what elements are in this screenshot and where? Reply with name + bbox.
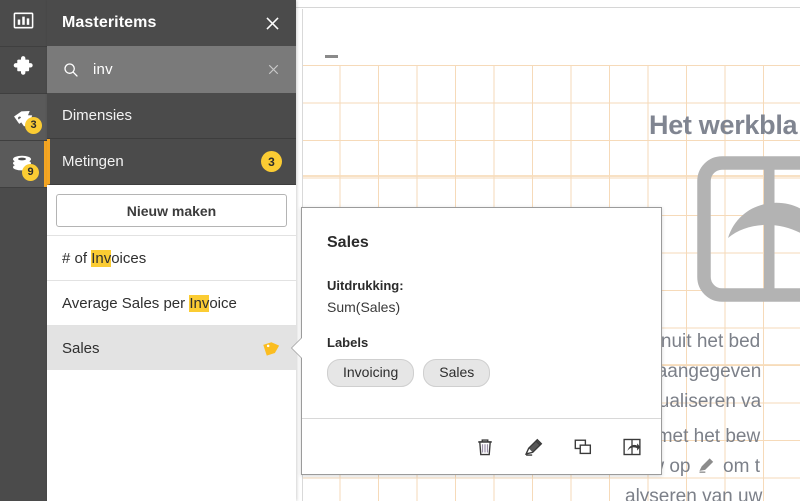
rail-item-master-items[interactable]: 3: [0, 94, 47, 140]
panel-title: Masteritems: [62, 14, 156, 32]
list-item[interactable]: Average Sales per Invoice: [47, 280, 296, 325]
rail-badge-master-items: 3: [25, 117, 42, 134]
labels-label: Labels: [327, 335, 636, 350]
extensions-icon: [11, 55, 36, 85]
tab-metingen-label: Metingen: [62, 153, 124, 170]
search-input[interactable]: inv: [93, 61, 265, 78]
canvas-paragraph-2-line-2-post: om t: [718, 456, 760, 477]
delete-icon[interactable]: [474, 436, 496, 458]
master-items-list: # of Invoices Average Sales per Invoice …: [47, 235, 296, 370]
publish-icon[interactable]: [621, 436, 643, 458]
popover-actions: [302, 418, 661, 474]
duplicate-icon[interactable]: [572, 436, 594, 458]
canvas-paragraph-2-line-3: alyseren van uw: [625, 482, 762, 501]
popover-arrow: [292, 338, 302, 358]
rail-item-charts[interactable]: [0, 0, 47, 46]
left-icon-rail: 3 9: [0, 0, 47, 501]
popover-title: Sales: [327, 234, 636, 252]
tab-metingen[interactable]: Metingen 3: [47, 139, 296, 185]
tab-dimensies[interactable]: Dimensies: [47, 93, 296, 139]
tag-icon: [262, 338, 282, 358]
label-tag: Sales: [423, 359, 490, 387]
master-items-panel: Masteritems inv Dimensies: [47, 0, 296, 501]
list-item-label: Sales: [62, 340, 100, 357]
tab-dimensies-label: Dimensies: [62, 107, 132, 124]
rail-divider: [0, 187, 47, 188]
expression-label: Uitdrukking:: [327, 278, 636, 293]
search-bar[interactable]: inv: [47, 46, 296, 93]
collapse-dash-icon[interactable]: [325, 55, 338, 58]
list-item-highlight: Inv: [189, 295, 209, 312]
clear-icon[interactable]: [265, 61, 283, 79]
pencil-icon: [696, 455, 718, 475]
close-icon[interactable]: [262, 13, 282, 33]
label-tag: Invoicing: [327, 359, 414, 387]
master-item-detail-popover: Sales Uitdrukking: Sum(Sales) Labels Inv…: [301, 207, 662, 475]
charts-icon: [12, 9, 35, 37]
create-new-button[interactable]: Nieuw maken: [56, 194, 287, 227]
rail-item-extensions[interactable]: [0, 47, 47, 93]
search-icon: [62, 61, 80, 79]
list-item-prefix: # of: [62, 250, 91, 267]
labels-tag-list: Invoicing Sales: [327, 359, 636, 387]
canvas-toolbar: [296, 0, 800, 8]
qlik-sense-sheet-editor: Het werkbla n vanuit het bed het aangege…: [0, 0, 800, 501]
list-item-sales[interactable]: Sales: [47, 325, 296, 370]
list-item[interactable]: # of Invoices: [47, 235, 296, 280]
list-item-suffix: oices: [111, 250, 146, 267]
edit-icon[interactable]: [523, 436, 545, 458]
tab-metingen-badge: 3: [261, 151, 282, 172]
list-item-suffix: oice: [209, 295, 237, 312]
list-item-label: Average Sales per Invoice: [62, 295, 237, 312]
list-item-prefix: Average Sales per: [62, 295, 189, 312]
publish-sheet-icon: [695, 154, 800, 304]
expression-value: Sum(Sales): [327, 299, 636, 315]
list-item-highlight: Inv: [91, 250, 111, 267]
popover-body: Sales Uitdrukking: Sum(Sales) Labels Inv…: [302, 208, 661, 387]
rail-item-data[interactable]: 9: [0, 141, 47, 187]
panel-header: Masteritems: [47, 0, 296, 46]
canvas-heading: Het werkbla: [649, 110, 797, 141]
new-button-container: Nieuw maken: [47, 185, 296, 235]
rail-badge-data: 9: [22, 164, 39, 181]
list-item-label: # of Invoices: [62, 250, 146, 267]
